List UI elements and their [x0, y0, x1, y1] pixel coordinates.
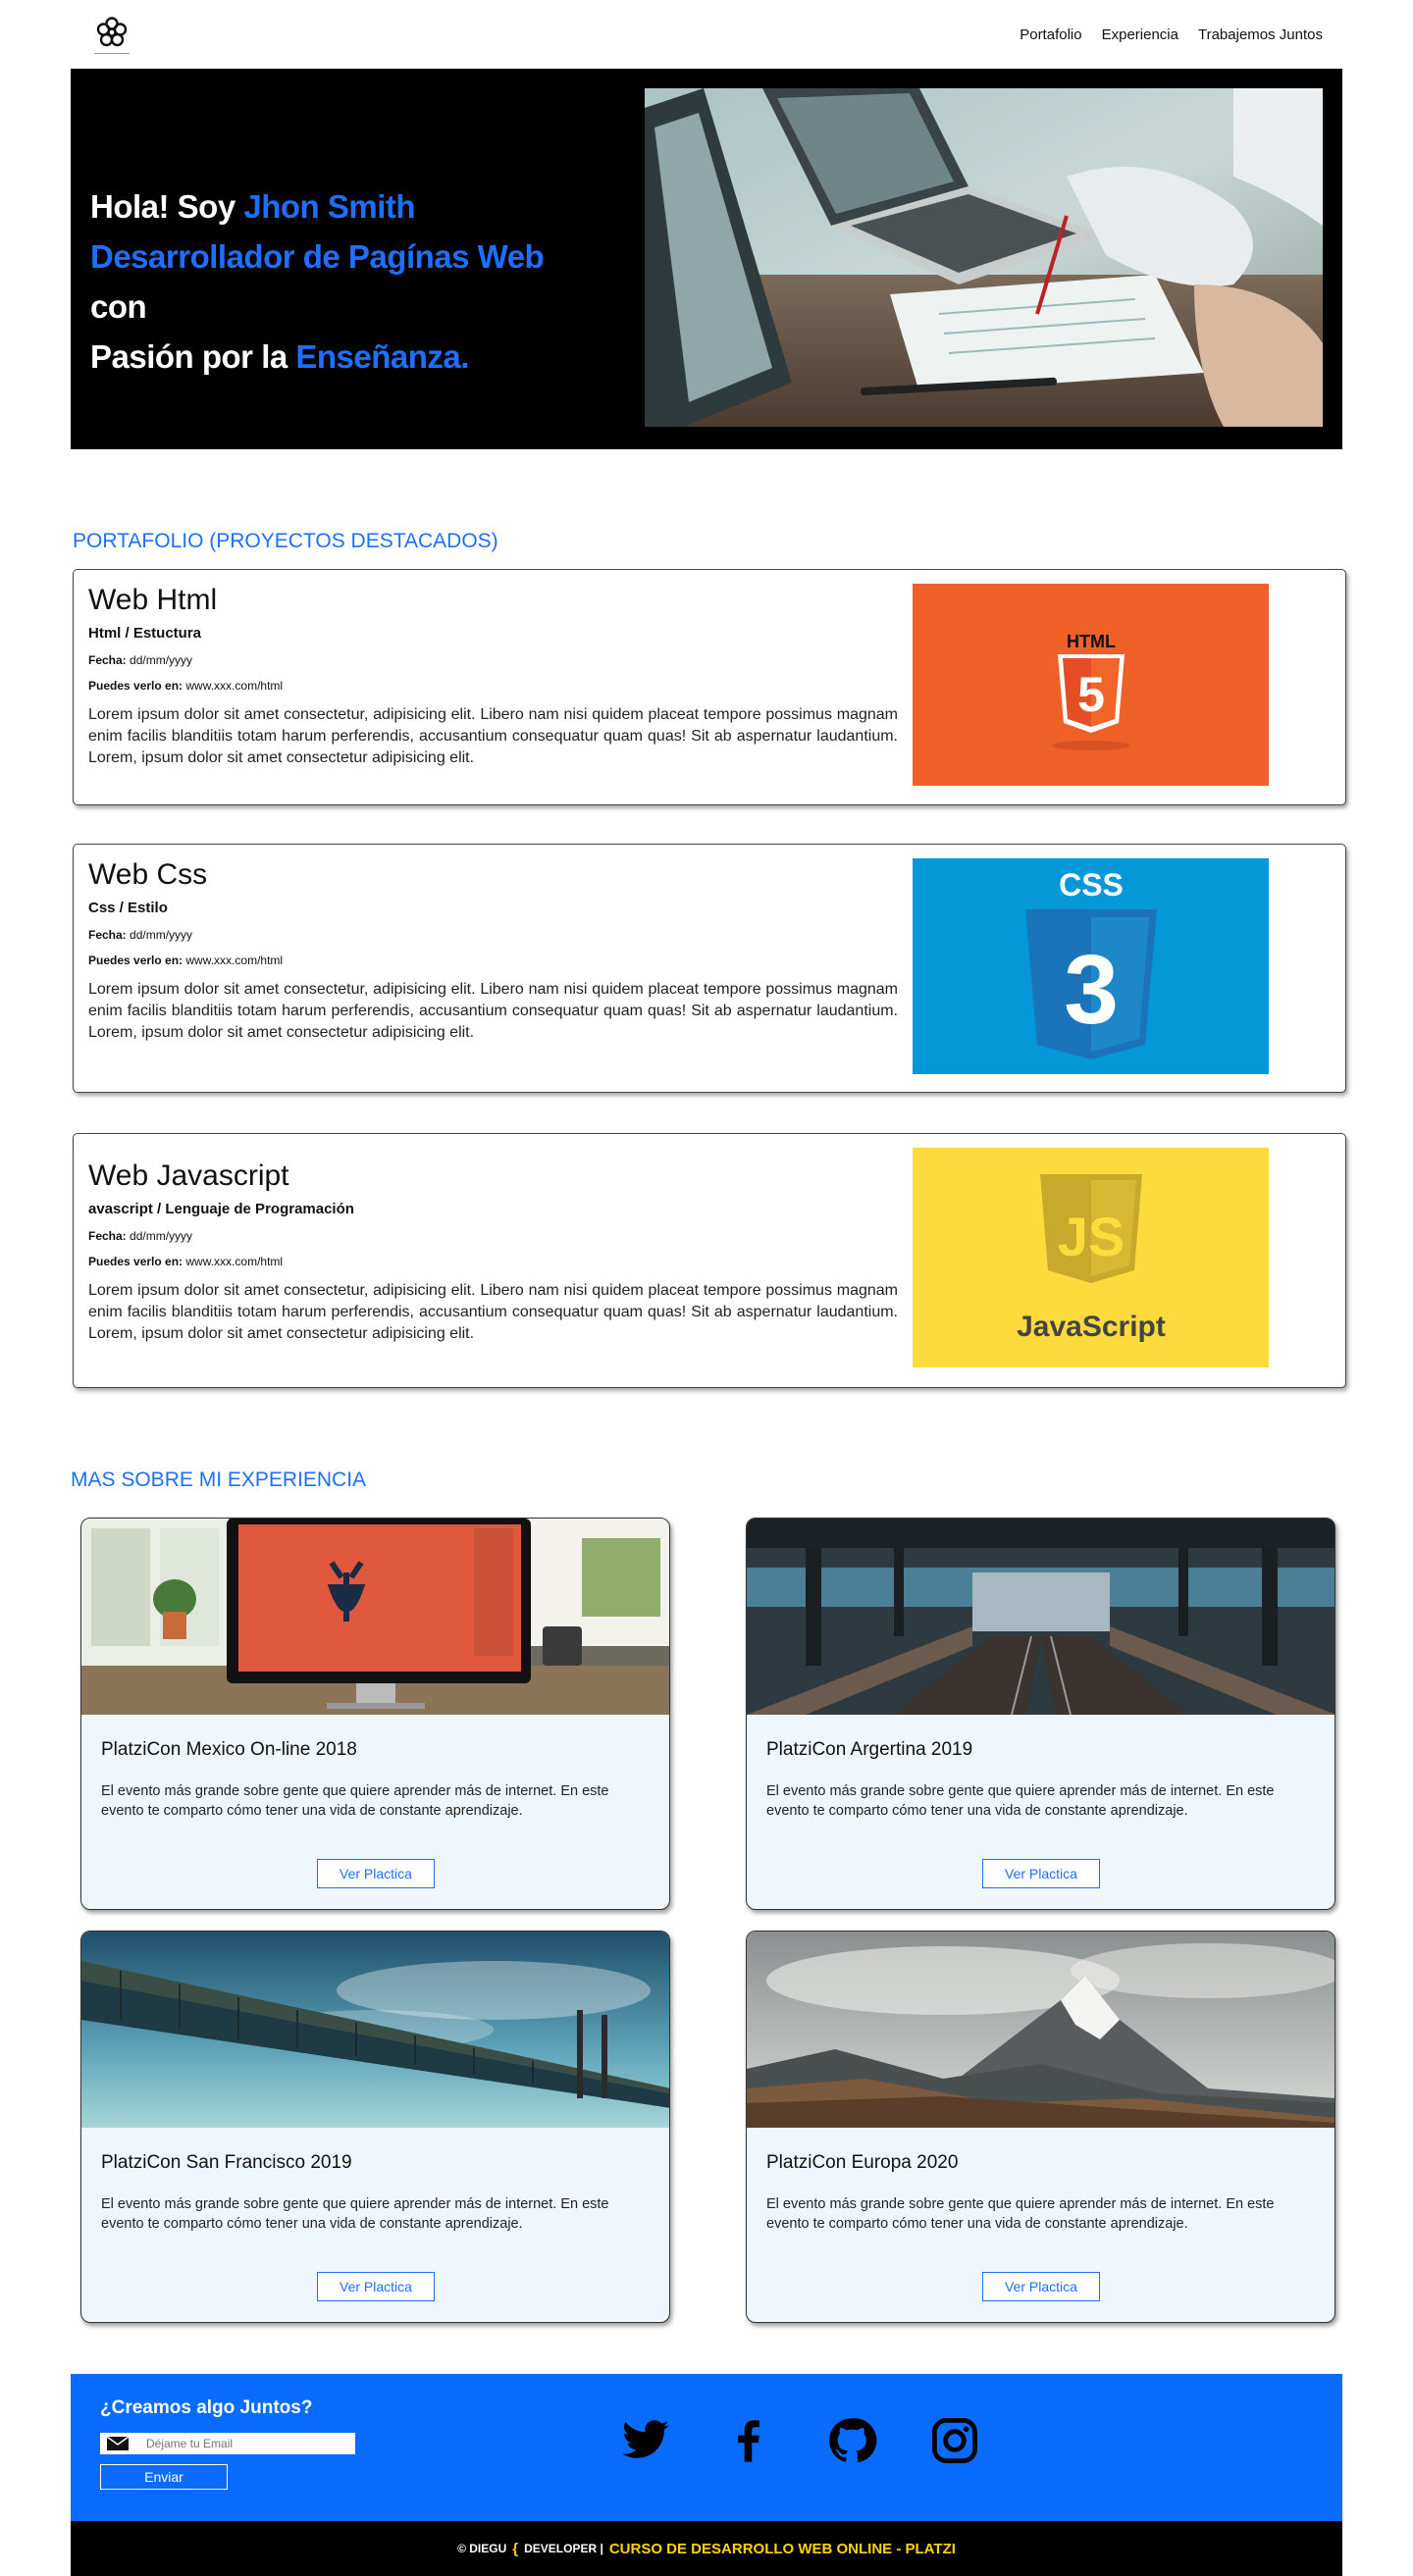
project-date-value: dd/mm/yyyy [130, 653, 193, 667]
html5-image: HTML 5 [913, 584, 1269, 786]
contact-footer: ¿Creamos algo Juntos? Enviar [71, 2374, 1342, 2521]
experience-card-title: PlatziCon Europa 2020 [766, 2152, 959, 2173]
project-link-label: Puedes verlo en: [88, 679, 183, 693]
project-link: Puedes verlo en: www.xxx.com/html [88, 1255, 898, 1268]
project-link-url[interactable]: www.xxx.com/html [185, 679, 283, 693]
project-link-label: Puedes verlo en: [88, 1255, 183, 1268]
project-title: Web Css [88, 858, 208, 891]
project-card-html: Web Html Html / Estuctura Fecha: dd/mm/y… [73, 569, 1346, 805]
experience-image-mountain [747, 1932, 1334, 2128]
flower-logo-icon [96, 16, 128, 46]
course-link[interactable]: CURSO DE DESARROLLO WEB ONLINE - PLATZI [609, 2541, 956, 2557]
top-nav: Portafolio Experiencia Trabajemos Juntos [71, 0, 1342, 69]
logo-underline [94, 52, 130, 54]
js-caption-text: JavaScript [1017, 1311, 1166, 1343]
html-badge-number: 5 [1077, 667, 1105, 722]
experience-card-argentina: PlatziCon Argertina 2019 El evento más g… [746, 1518, 1335, 1910]
experience-image-desk [81, 1519, 669, 1715]
project-date-value: dd/mm/yyyy [130, 928, 193, 942]
experience-card-san-francisco: PlatziCon San Francisco 2019 El evento m… [80, 1931, 670, 2323]
project-subtitle: avascript / Lenguaje de Programación [88, 1201, 354, 1217]
twitter-icon[interactable] [620, 2415, 671, 2466]
ver-practica-button[interactable]: Ver Plactica [317, 1859, 435, 1888]
experience-card-title: PlatziCon San Francisco 2019 [101, 2152, 352, 2173]
project-subtitle: Html / Estuctura [88, 625, 202, 642]
experience-card-europa: PlatziCon Europa 2020 El evento más gran… [746, 1931, 1335, 2323]
project-date-label: Fecha: [88, 1229, 127, 1243]
facebook-icon[interactable] [723, 2415, 774, 2466]
js-badge-text: JS [1058, 1206, 1125, 1267]
hero-section: Hola! Soy Jhon Smith Desarrollador de Pa… [71, 69, 1342, 449]
copyright-suffix: DEVELOPER | [524, 2542, 603, 2555]
instagram-icon[interactable] [929, 2415, 980, 2466]
nav-link-experiencia[interactable]: Experiencia [1102, 26, 1178, 43]
project-body: Web Html Html / Estuctura Fecha: dd/mm/y… [88, 584, 898, 769]
email-input[interactable] [146, 2437, 342, 2450]
envelope-icon [107, 2437, 129, 2450]
hero-role: Desarrollador de Pagínas Web [90, 238, 545, 275]
project-description: Lorem ipsum dolor sit amet consectetur, … [88, 1282, 898, 1342]
project-date-value: dd/mm/yyyy [130, 1229, 193, 1243]
copyright-prefix: © DIEGU [457, 2542, 507, 2555]
experience-card-description: El evento más grande sobre gente que qui… [101, 1783, 609, 1819]
copyright-bar: © DIEGU { DEVELOPER | CURSO DE DESARROLL… [71, 2521, 1342, 2576]
experience-image-bridge [81, 1932, 669, 2128]
project-card-css: Web Css Css / Estilo Fecha: dd/mm/yyyy P… [73, 844, 1346, 1093]
nav-links: Portafolio Experiencia Trabajemos Juntos [1020, 26, 1323, 43]
experience-section-title: MAS SOBRE MI EXPERIENCIA [71, 1468, 367, 1491]
project-date-label: Fecha: [88, 928, 127, 942]
project-date: Fecha: dd/mm/yyyy [88, 928, 898, 942]
hero-headline: Hola! Soy Jhon Smith Desarrollador de Pa… [90, 181, 601, 382]
experience-card-description: El evento más grande sobre gente que qui… [766, 2196, 1275, 2232]
hero-connector: con [90, 288, 147, 325]
css-badge-number: 3 [1064, 935, 1119, 1045]
project-date: Fecha: dd/mm/yyyy [88, 1229, 898, 1243]
hero-focus: Enseñanza. [295, 338, 469, 375]
project-body: Web Css Css / Estilo Fecha: dd/mm/yyyy P… [88, 858, 898, 1044]
project-link-url[interactable]: www.xxx.com/html [185, 1255, 283, 1268]
experience-card-mexico: PlatziCon Mexico On-line 2018 El evento … [80, 1518, 670, 1910]
project-body: Web Javascript avascript / Lenguaje de P… [88, 1159, 898, 1345]
experience-card-description: El evento más grande sobre gente que qui… [101, 2196, 609, 2232]
css-badge-text: CSS [1059, 867, 1124, 902]
footer-title: ¿Creamos algo Juntos? [100, 2397, 313, 2418]
project-link-url[interactable]: www.xxx.com/html [185, 953, 283, 967]
ver-practica-button[interactable]: Ver Plactica [317, 2272, 435, 2301]
experience-card-title: PlatziCon Argertina 2019 [766, 1739, 973, 1760]
html-badge-text: HTML [1067, 632, 1116, 651]
javascript-image: JS JavaScript [913, 1148, 1269, 1367]
project-description: Lorem ipsum dolor sit amet consectetur, … [88, 981, 898, 1041]
project-date: Fecha: dd/mm/yyyy [88, 653, 898, 667]
hero-passion: Pasión por la [90, 338, 296, 375]
email-field[interactable] [100, 2433, 355, 2454]
ver-practica-button[interactable]: Ver Plactica [982, 2272, 1100, 2301]
experience-card-title: PlatziCon Mexico On-line 2018 [101, 1739, 357, 1760]
logo[interactable] [90, 9, 133, 60]
hero-image [645, 88, 1323, 427]
experience-card-description: El evento más grande sobre gente que qui… [766, 1783, 1275, 1819]
enviar-button[interactable]: Enviar [100, 2464, 228, 2490]
project-link: Puedes verlo en: www.xxx.com/html [88, 953, 898, 967]
social-links [620, 2415, 980, 2466]
project-link-label: Puedes verlo en: [88, 953, 183, 967]
experience-image-station [747, 1519, 1334, 1715]
copyright-brace: { [512, 2540, 519, 2557]
github-icon[interactable] [826, 2415, 877, 2466]
ver-practica-button[interactable]: Ver Plactica [982, 1859, 1100, 1888]
hero-name: Jhon Smith [243, 188, 416, 225]
portfolio-section-title: PORTAFOLIO (PROYECTOS DESTACADOS) [73, 530, 498, 552]
project-title: Web Html [88, 584, 218, 616]
project-subtitle: Css / Estilo [88, 900, 168, 916]
project-description: Lorem ipsum dolor sit amet consectetur, … [88, 706, 898, 766]
project-link: Puedes verlo en: www.xxx.com/html [88, 679, 898, 693]
nav-link-trabajemos-juntos[interactable]: Trabajemos Juntos [1198, 26, 1323, 43]
project-title: Web Javascript [88, 1159, 289, 1192]
project-card-javascript: Web Javascript avascript / Lenguaje de P… [73, 1133, 1346, 1388]
project-date-label: Fecha: [88, 653, 127, 667]
css3-image: CSS 3 [913, 858, 1269, 1074]
nav-link-portafolio[interactable]: Portafolio [1020, 26, 1081, 43]
hero-greeting: Hola! Soy [90, 188, 244, 225]
